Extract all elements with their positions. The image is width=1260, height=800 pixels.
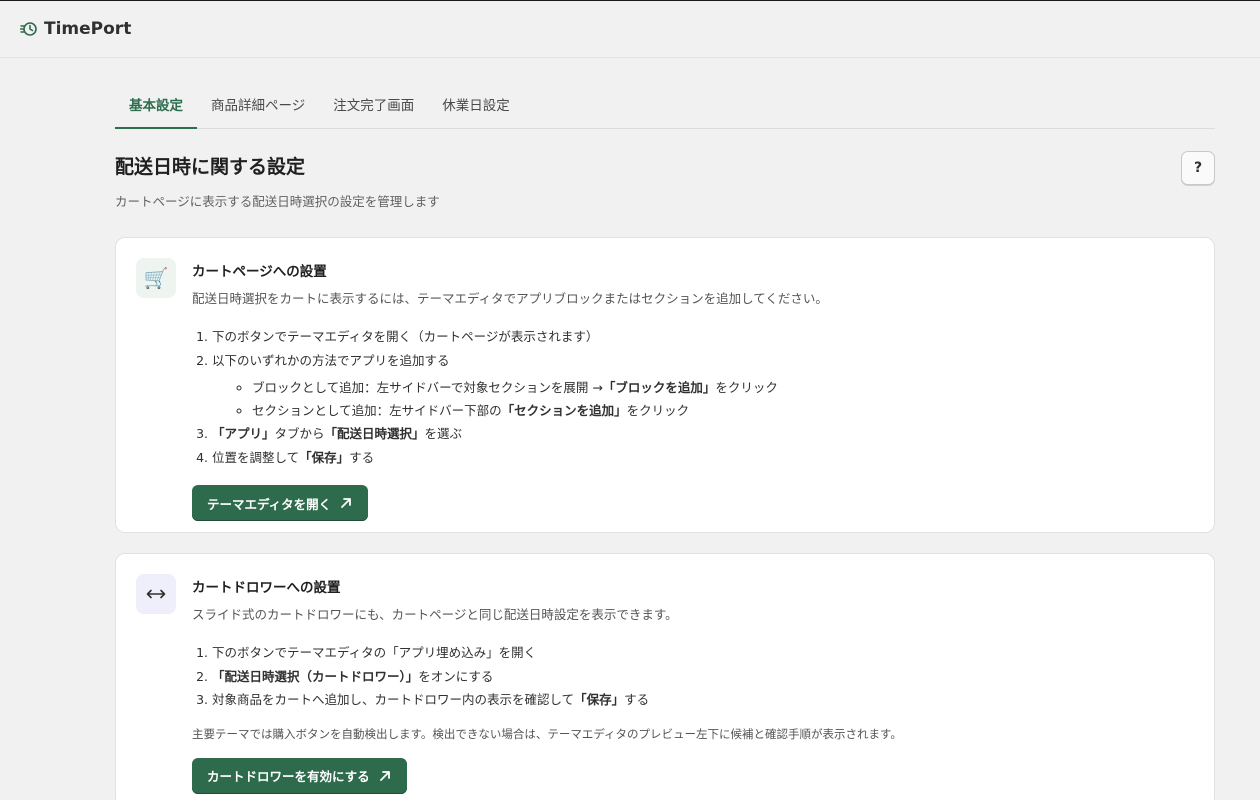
settings-tabs: 基本設定 商品詳細ページ 注文完了画面 休業日設定	[115, 88, 1215, 129]
tab-order-complete-screen[interactable]: 注文完了画面	[319, 88, 428, 129]
external-arrow-icon	[339, 496, 353, 510]
page-title: 配送日時に関する設定	[115, 156, 306, 178]
top-bar: TimePort	[0, 1, 1260, 58]
card-description: スライド式のカートドロワーにも、カートページと同じ配送日時設定を表示できます。	[192, 607, 678, 622]
setup-steps: 下のボタンでテーマエディタの「アプリ埋め込み」を開く 「配送日時選択（カートドロ…	[192, 641, 1194, 712]
step-item: 以下のいずれかの方法でアプリを追加する ブロックとして追加：左サイドバーで対象セ…	[212, 349, 1194, 423]
enable-cart-drawer-button[interactable]: カートドロワーを有効にする	[192, 757, 407, 794]
sub-step-item: ブロックとして追加：左サイドバーで対象セクションを展開 →「ブロックを追加」をク…	[252, 376, 1194, 399]
step-item: 対象商品をカートへ追加し、カートドロワー内の表示を確認して「保存」する	[212, 688, 1194, 712]
tab-product-detail-page[interactable]: 商品詳細ページ	[197, 88, 319, 129]
tab-holiday-settings[interactable]: 休業日設定	[428, 88, 524, 129]
step-item: 下のボタンでテーマエディタの「アプリ埋め込み」を開く	[212, 641, 1194, 665]
card-title: カートページへの設置	[192, 264, 327, 280]
app-name: TimePort	[44, 19, 132, 39]
setup-steps: 下のボタンでテーマエディタを開く（カートページが表示されます） 以下のいずれかの…	[192, 325, 1194, 469]
open-theme-editor-button[interactable]: テーマエディタを開く	[192, 485, 369, 521]
auto-detect-note: 主要テーマでは購入ボタンを自動検出します。検出できない場合は、テーマエディタのプ…	[192, 726, 902, 741]
main-content: 基本設定 商品詳細ページ 注文完了画面 休業日設定 配送日時に関する設定 カート…	[115, 88, 1215, 800]
help-button[interactable]: ?	[1181, 151, 1215, 185]
sub-steps: ブロックとして追加：左サイドバーで対象セクションを展開 →「ブロックを追加」をク…	[212, 376, 1194, 422]
clock-history-icon	[20, 20, 38, 38]
external-arrow-icon	[378, 769, 392, 783]
card-title: カートドロワーへの設置	[192, 580, 341, 596]
page-header: 配送日時に関する設定 カートページに表示する配送日時選択の設定を管理します ?	[115, 151, 1215, 210]
page-subtitle: カートページに表示する配送日時選択の設定を管理します	[115, 194, 440, 209]
step-item: 「アプリ」タブから「配送日時選択」を選ぶ	[212, 422, 1194, 446]
card-description: 配送日時選択をカートに表示するには、テーマエディタでアプリブロックまたはセクショ…	[192, 291, 828, 306]
sub-step-item: セクションとして追加：左サイドバー下部の「セクションを追加」をクリック	[252, 399, 1194, 422]
step-item: 「配送日時選択（カートドロワー）」をオンにする	[212, 665, 1194, 689]
tab-basic-settings[interactable]: 基本設定	[115, 88, 197, 129]
shopping-cart-icon: 🛒	[136, 258, 176, 298]
left-right-arrow-icon	[136, 574, 176, 614]
step-item: 下のボタンでテーマエディタを開く（カートページが表示されます）	[212, 325, 1194, 349]
cart-drawer-setup-card: カートドロワーへの設置 スライド式のカートドロワーにも、カートページと同じ配送日…	[115, 553, 1215, 800]
step-item: 位置を調整して「保存」する	[212, 446, 1194, 470]
cart-page-setup-card: 🛒 カートページへの設置 配送日時選択をカートに表示するには、テーマエディタでア…	[115, 237, 1215, 533]
